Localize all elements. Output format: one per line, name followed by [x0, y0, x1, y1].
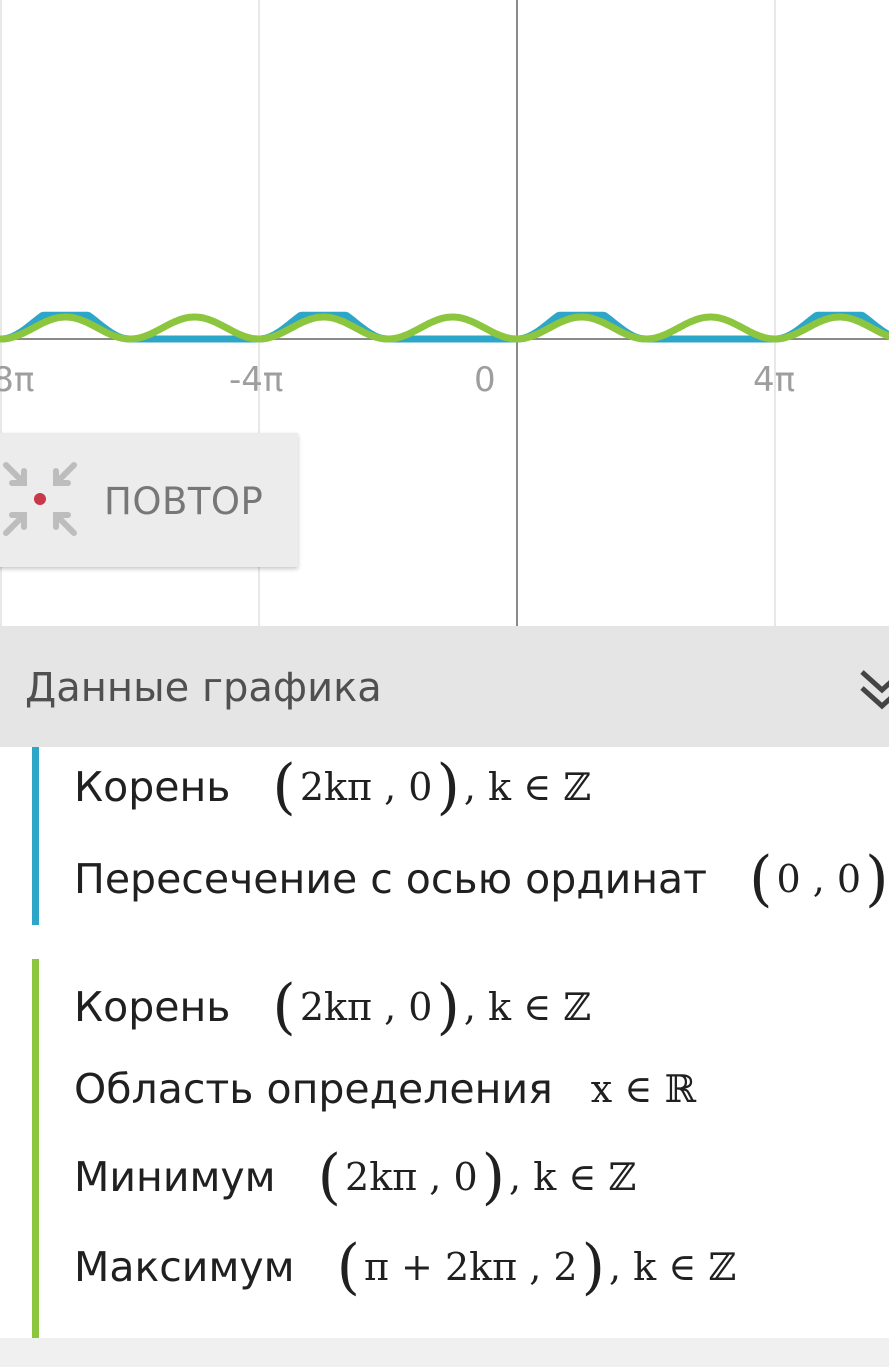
- x-tick-label: -4π: [229, 360, 284, 400]
- property-label: Область определения: [74, 1065, 553, 1113]
- x-tick-label: -8π: [0, 360, 35, 400]
- property-value: (2kπ , 0), k ∈ ℤ: [317, 1142, 637, 1212]
- info-row-root: Корень (2kπ , 0), k ∈ ℤ: [74, 977, 591, 1037]
- property-value: (0 , 0): [749, 844, 889, 914]
- property-label: Максимум: [74, 1243, 295, 1291]
- reset-label: ПОВТОР: [104, 480, 264, 523]
- property-value: x ∈ ℝ: [590, 1067, 697, 1111]
- property-label: Минимум: [74, 1153, 276, 1201]
- chevron-double-down-icon[interactable]: [858, 664, 889, 719]
- reset-view-button[interactable]: ПОВТОР: [0, 433, 298, 567]
- panel-title: Данные графика: [25, 665, 382, 711]
- series-color-stripe: [32, 747, 39, 925]
- property-label: Корень: [74, 763, 231, 811]
- x-tick-label: 4π: [753, 360, 796, 400]
- info-row-maximum: Максимум (π + 2kπ , 2), k ∈ ℤ: [74, 1237, 736, 1297]
- panel-header[interactable]: Данные графика: [0, 626, 889, 747]
- graph-info-panel: Данные графика Корень (2kπ , 0), k ∈ ℤ П…: [0, 626, 889, 1367]
- series-color-stripe: [32, 959, 39, 1339]
- info-row-minimum: Минимум (2kπ , 0), k ∈ ℤ: [74, 1147, 636, 1207]
- bottom-bar: [0, 1338, 889, 1367]
- panel-body: Корень (2kπ , 0), k ∈ ℤ Пересечение с ос…: [0, 747, 889, 1339]
- property-label: Корень: [74, 983, 231, 1031]
- property-value: (π + 2kπ , 2), k ∈ ℤ: [336, 1232, 737, 1302]
- property-value: (2kπ , 0), k ∈ ℤ: [272, 972, 592, 1042]
- property-value: (2kπ , 0), k ∈ ℤ: [272, 752, 592, 822]
- info-row-y-intercept: Пересечение с осью ординат (0 , 0): [74, 849, 889, 909]
- info-row-domain: Область определения x ∈ ℝ: [74, 1065, 696, 1113]
- x-tick-label: 0: [474, 360, 496, 400]
- info-row-root: Корень (2kπ , 0), k ∈ ℤ: [74, 757, 591, 817]
- property-label: Пересечение с осью ординат: [74, 855, 708, 903]
